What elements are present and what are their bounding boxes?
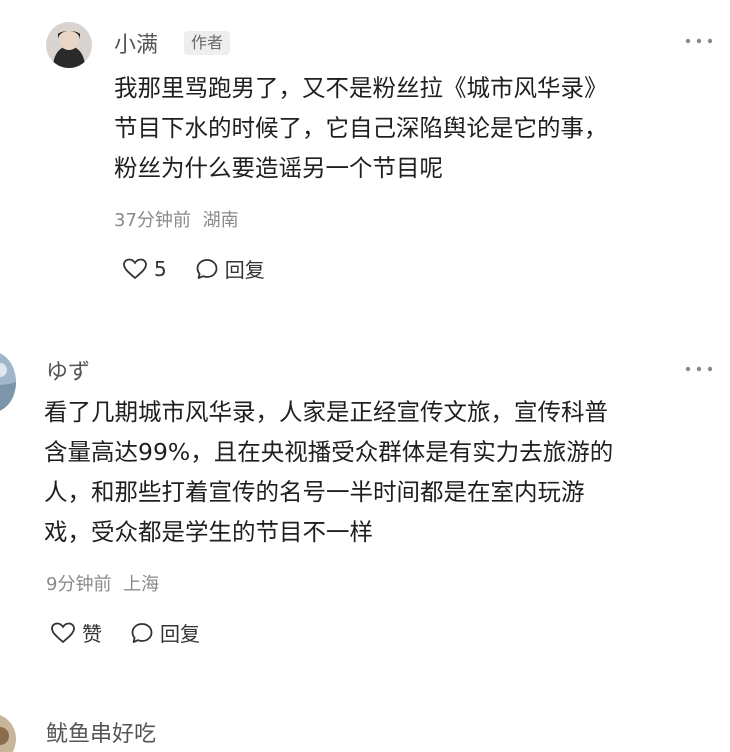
more-dots-icon[interactable]	[684, 358, 714, 386]
reply-button[interactable]: 回复	[195, 254, 265, 283]
heart-outline-icon	[123, 258, 147, 279]
comment-meta: 37分钟前 湖南	[114, 206, 239, 232]
comment-meta: 9分钟前 上海	[46, 570, 159, 596]
like-button[interactable]: 赞	[50, 618, 102, 647]
comment-text: 看了几期城市风华录，人家是正经宣传文旅，宣传科普 含量高达99%，且在央视播受众…	[44, 398, 614, 546]
comment-location: 湖南	[202, 210, 239, 231]
comment-location: 上海	[123, 574, 160, 595]
comment-text: 我那里骂跑男了，又不是粉丝拉《城市风华录》 节目下水的时候了，它自己深陷舆论是它…	[114, 74, 608, 182]
avatar[interactable]	[0, 714, 16, 752]
more-dots-icon[interactable]	[684, 30, 714, 58]
username[interactable]: 鱿鱼串好吃	[46, 716, 156, 748]
comment-item: ゆず 看了几期城市风华录，人家是正经宣传文旅，宣传科普 含量高达99%，且在央视…	[0, 330, 730, 670]
username[interactable]: 小满	[114, 27, 158, 59]
reply-label: 回复	[224, 258, 265, 282]
like-label: 赞	[82, 622, 102, 646]
comment-actions: 赞 回复	[50, 618, 228, 647]
speech-bubble-icon	[196, 258, 218, 279]
username[interactable]: ゆず	[46, 354, 90, 386]
author-badge: 作者	[184, 31, 231, 55]
comment-item: 鱿鱼串好吃	[0, 700, 730, 752]
reply-label: 回复	[160, 622, 200, 646]
comment-item: 小满 作者 我那里骂跑男了，又不是粉丝拉《城市风华录》 节目下水的时候了，它自己…	[0, 0, 730, 320]
comment-time: 9分钟前	[46, 574, 112, 595]
reply-button[interactable]: 回复	[130, 618, 200, 647]
comment-time: 37分钟前	[114, 210, 191, 231]
heart-outline-icon	[51, 622, 75, 643]
avatar[interactable]	[0, 352, 16, 412]
like-button[interactable]: 5	[122, 257, 167, 281]
avatar[interactable]	[46, 22, 92, 68]
speech-bubble-icon	[131, 622, 153, 643]
comment-actions: 5 回复	[122, 254, 293, 283]
like-count: 5	[154, 256, 167, 281]
